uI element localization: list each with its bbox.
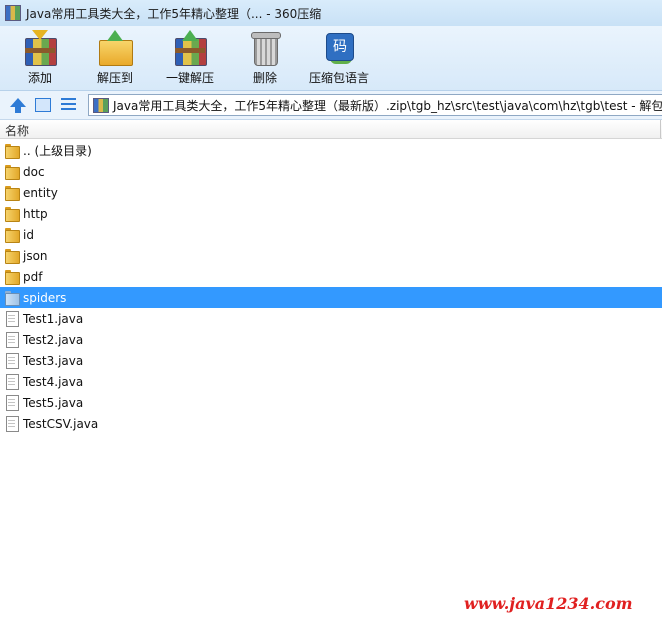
add-button-label: 添加 — [27, 71, 52, 85]
list-item-parent-dir[interactable]: .. (上级目录) — [0, 140, 662, 161]
archive-app-icon — [5, 5, 21, 21]
list-item-json[interactable]: json — [0, 245, 662, 266]
folder-icon — [5, 206, 20, 222]
archive-encoding-icon: 码 — [321, 30, 357, 66]
folder-icon — [5, 290, 20, 306]
large-icon-view-icon[interactable] — [34, 96, 52, 114]
column-header[interactable]: 名称 — [0, 120, 662, 139]
extract-to-icon — [97, 30, 133, 66]
list-item-spiders[interactable]: spiders — [0, 287, 662, 308]
folder-icon — [5, 143, 20, 159]
list-item-name: doc — [23, 164, 45, 179]
list-item-test1[interactable]: Test1.java — [0, 308, 662, 329]
add-archive-icon — [22, 30, 58, 66]
list-item-name: entity — [23, 185, 58, 200]
one-click-extract-label: 一键解压 — [165, 71, 214, 85]
archive-path-icon — [93, 97, 109, 113]
list-item-name: Test2.java — [23, 332, 84, 347]
toolbar: 添加 解压到 一键解压 删除 码 压缩包语言 — [0, 26, 662, 91]
list-item-name: pdf — [23, 269, 43, 284]
address-bar: Java常用工具类大全，工作5年精心整理（最新版）.zip\tgb_hz\src… — [0, 91, 662, 120]
add-button[interactable]: 添加 — [4, 30, 76, 88]
file-icon — [5, 311, 19, 327]
watermark-text: www.java1234.com — [464, 594, 633, 613]
path-field[interactable]: Java常用工具类大全，工作5年精心整理（最新版）.zip\tgb_hz\src… — [88, 94, 662, 116]
list-item-name: Test5.java — [23, 395, 84, 410]
file-icon — [5, 395, 19, 411]
up-level-icon[interactable] — [9, 96, 27, 114]
column-separator[interactable] — [660, 120, 661, 138]
list-item-name: spiders — [23, 290, 67, 305]
folder-icon — [5, 248, 20, 264]
list-item-name: Test3.java — [23, 353, 84, 368]
extract-to-button[interactable]: 解压到 — [79, 30, 151, 88]
folder-icon — [5, 269, 20, 285]
list-item-test2[interactable]: Test2.java — [0, 329, 662, 350]
folder-icon — [5, 164, 20, 180]
window-title: Java常用工具类大全，工作5年精心整理（... - 360压缩 — [26, 6, 322, 21]
folder-icon — [5, 185, 20, 201]
encoding-glyph: 码 — [326, 33, 354, 61]
list-item-name: TestCSV.java — [23, 416, 99, 431]
list-item-test4[interactable]: Test4.java — [0, 371, 662, 392]
list-item-testcsv[interactable]: TestCSV.java — [0, 413, 662, 434]
delete-button[interactable]: 删除 — [229, 30, 301, 88]
file-icon — [5, 416, 19, 432]
extract-to-label: 解压到 — [96, 71, 133, 85]
list-item-name: .. (上级目录) — [23, 144, 92, 158]
list-item-pdf[interactable]: pdf — [0, 266, 662, 287]
list-item-name: Test4.java — [23, 374, 84, 389]
list-item-name: json — [23, 248, 48, 263]
delete-trash-icon — [247, 30, 283, 66]
file-icon — [5, 332, 19, 348]
archive-encoding-label: 压缩包语言 — [308, 71, 369, 85]
list-item-test3[interactable]: Test3.java — [0, 350, 662, 371]
list-item-doc[interactable]: doc — [0, 161, 662, 182]
list-item-http[interactable]: http — [0, 203, 662, 224]
file-icon — [5, 374, 19, 390]
folder-icon — [5, 227, 20, 243]
list-item-name: id — [23, 227, 34, 242]
delete-label: 删除 — [252, 71, 277, 85]
list-item-entity[interactable]: entity — [0, 182, 662, 203]
archive-encoding-button[interactable]: 码 压缩包语言 — [303, 30, 375, 88]
list-item-test5[interactable]: Test5.java — [0, 392, 662, 413]
file-list: .. (上级目录) doc entity http id json pdf sp… — [0, 140, 662, 434]
column-name-header[interactable]: 名称 — [5, 122, 29, 139]
path-text: Java常用工具类大全，工作5年精心整理（最新版）.zip\tgb_hz\src… — [113, 98, 662, 113]
one-click-extract-icon — [172, 30, 208, 66]
list-item-name: Test1.java — [23, 311, 84, 326]
list-view-icon[interactable] — [60, 96, 78, 114]
list-item-id[interactable]: id — [0, 224, 662, 245]
file-icon — [5, 353, 19, 369]
list-item-name: http — [23, 206, 48, 221]
title-bar: Java常用工具类大全，工作5年精心整理（... - 360压缩 — [0, 0, 662, 26]
one-click-extract-button[interactable]: 一键解压 — [154, 30, 226, 88]
